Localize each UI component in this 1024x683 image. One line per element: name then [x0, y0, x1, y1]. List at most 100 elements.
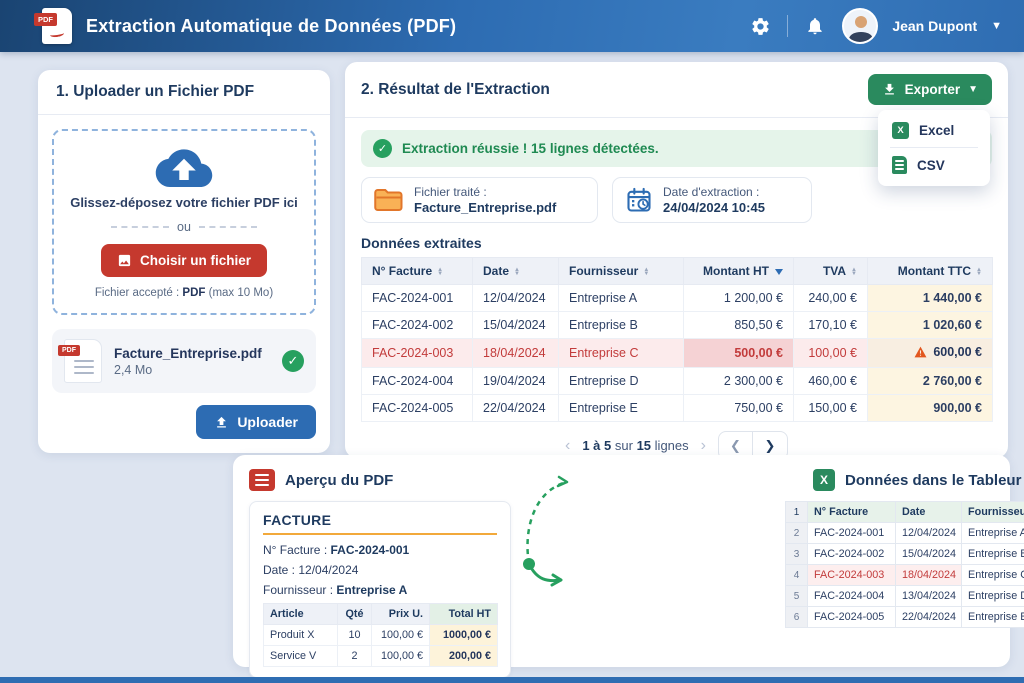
upload-icon — [214, 415, 229, 430]
pdf-preview-title: Aperçu du PDF — [285, 472, 393, 489]
success-message: Extraction réussie ! 15 lignes détectées… — [402, 141, 659, 156]
table-row: FAC-2024-00215/04/2024Entreprise B 850,5… — [362, 312, 993, 339]
upload-panel-title: 1. Uploader un Fichier PDF — [38, 70, 330, 115]
result-panel: 2. Résultat de l'Extraction Exporter ▼ X… — [345, 62, 1008, 458]
sheet-row: 3 FAC-2024-00215/04/2024Entreprise B 850… — [786, 544, 1024, 565]
file-size: 2,4 Mo — [114, 363, 270, 377]
pagination-prev-icon[interactable]: ‹ — [565, 437, 570, 455]
export-button-label: Exporter — [905, 82, 961, 97]
gear-icon[interactable] — [747, 13, 773, 39]
dropzone[interactable]: Glissez-déposez votre fichier PDF ici ou… — [52, 129, 316, 315]
table-row: FAC-2024-00419/04/2024Entreprise D 2 300… — [362, 368, 993, 395]
pdf-preview-icon — [249, 469, 275, 491]
file-image-icon — [117, 253, 132, 268]
export-menu: X Excel CSV — [878, 110, 990, 186]
extraction-date-label: Date d'extraction : — [663, 185, 765, 199]
sheet-title: Données dans le Tableur — [845, 472, 1021, 489]
mapping-panel: Aperçu du PDF FACTURE N° Facture : FAC-2… — [233, 455, 1010, 667]
warning-icon — [914, 346, 927, 361]
sheet-header-row: 1 N° Facture Date Fournisseur Montant HT… — [786, 502, 1024, 523]
upload-button[interactable]: Uploader — [196, 405, 316, 439]
col-header-montant-ht[interactable]: Montant HT — [684, 258, 794, 285]
cloud-upload-icon — [66, 147, 302, 187]
sort-icon: ▲▼ — [437, 268, 443, 276]
mini-col-article: Article — [264, 604, 338, 625]
chevron-down-icon[interactable]: ▼ — [991, 20, 1002, 32]
sort-desc-icon — [775, 269, 783, 275]
sheet-row-alert: 4 FAC-2024-00318/04/2024Entreprise C 500… — [786, 565, 1024, 586]
export-menu-item-excel[interactable]: X Excel — [878, 114, 990, 147]
success-check-icon: ✓ — [373, 139, 392, 158]
upload-button-label: Uploader — [237, 414, 298, 430]
chevron-down-icon: ▼ — [968, 84, 978, 95]
check-circle-icon: ✓ — [282, 350, 304, 372]
extracted-data-table: N° Facture▲▼ Date▲▼ Fournisseur▲▼ Montan… — [361, 257, 993, 422]
invoice-number-label: N° Facture : — [263, 543, 327, 557]
extraction-date-value: 24/04/2024 10:45 — [663, 200, 765, 215]
mini-col-qte: Qté — [338, 604, 372, 625]
invoice-items-table: Article Qté Prix U. Total HT Produit X 1… — [263, 603, 498, 667]
csv-icon — [892, 156, 907, 174]
file-name: Facture_Entreprise.pdf — [114, 346, 270, 361]
invoice-number-value: FAC-2024-001 — [331, 543, 410, 557]
excel-icon: X — [892, 122, 909, 139]
col-header-tva[interactable]: TVA▲▼ — [794, 258, 868, 285]
avatar[interactable] — [842, 8, 878, 44]
table-row: FAC-2024-00522/04/2024Entreprise E 750,0… — [362, 395, 993, 422]
invoice-date-value: 12/04/2024 — [298, 563, 358, 577]
topbar-divider — [787, 15, 788, 37]
table-row: FAC-2024-00112/04/2024Entreprise A 1 200… — [362, 285, 993, 312]
extracted-data-title: Données extraites — [361, 235, 992, 251]
dropzone-text: Glissez-déposez votre fichier PDF ici — [66, 195, 302, 210]
choose-file-button[interactable]: Choisir un fichier — [101, 244, 267, 277]
export-excel-label: Excel — [919, 123, 954, 138]
invoice-title: FACTURE — [263, 512, 497, 535]
bottom-accent-bar — [0, 677, 1024, 683]
invoice-preview: FACTURE N° Facture : FAC-2024-001 Date :… — [249, 501, 511, 678]
pagination-text: 1 à 5 sur 15 lignes — [582, 438, 688, 453]
sort-icon: ▲▼ — [643, 268, 649, 276]
user-name[interactable]: Jean Dupont — [892, 18, 977, 34]
invoice-supplier-label: Fournisseur : — [263, 583, 333, 597]
col-header-facture[interactable]: N° Facture▲▼ — [362, 258, 473, 285]
mini-col-prix: Prix U. — [372, 604, 430, 625]
export-button[interactable]: Exporter ▼ — [868, 74, 992, 105]
calendar-clock-icon — [625, 186, 653, 214]
processed-file-card: Fichier traité : Facture_Entreprise.pdf — [361, 177, 598, 223]
app-logo-pdf-icon: PDF — [42, 8, 72, 44]
mapping-arrow — [495, 468, 585, 598]
choose-file-label: Choisir un fichier — [140, 253, 251, 268]
invoice-supplier-value: Entreprise A — [336, 583, 407, 597]
accept-limit: (max 10 Mo) — [209, 287, 274, 299]
processed-file-value: Facture_Entreprise.pdf — [414, 200, 556, 215]
divider-dash — [199, 226, 257, 228]
top-bar: PDF Extraction Automatique de Données (P… — [0, 0, 1024, 52]
spreadsheet-table: 1 N° Facture Date Fournisseur Montant HT… — [785, 501, 1024, 628]
pdf-badge: PDF — [34, 13, 57, 26]
col-header-date[interactable]: Date▲▼ — [473, 258, 559, 285]
col-header-montant-ttc[interactable]: Montant TTC▲▼ — [868, 258, 993, 285]
pdf-file-icon: PDF — [64, 339, 102, 383]
pagination-next-icon[interactable]: › — [701, 437, 706, 455]
invoice-date-label: Date : — [263, 563, 295, 577]
or-label: ou — [177, 220, 191, 234]
upload-panel: 1. Uploader un Fichier PDF Glissez-dépos… — [38, 70, 330, 453]
table-row-alert: FAC-2024-00318/04/2024Entreprise C 500,0… — [362, 339, 993, 368]
sheet-row: 5 FAC-2024-00413/04/2024Entreprise D 2 3… — [786, 586, 1024, 607]
bell-icon[interactable] — [802, 13, 828, 39]
pdf-badge: PDF — [58, 345, 80, 356]
export-csv-label: CSV — [917, 158, 945, 173]
download-icon — [882, 82, 897, 97]
sort-icon: ▲▼ — [976, 268, 982, 276]
sheet-row: 6 FAC-2024-00522/04/2024Entreprise E 750… — [786, 607, 1024, 628]
excel-icon: X — [813, 469, 835, 491]
export-menu-item-csv[interactable]: CSV — [878, 148, 990, 182]
sort-icon: ▲▼ — [514, 268, 520, 276]
invoice-item-row: Service V 2 100,00 € 200,00 € — [264, 646, 498, 667]
uploaded-file-card: PDF Facture_Entreprise.pdf 2,4 Mo ✓ — [52, 329, 316, 393]
mini-col-total: Total HT — [430, 604, 498, 625]
col-header-fournisseur[interactable]: Fournisseur▲▼ — [559, 258, 684, 285]
sheet-row: 2 FAC-2024-00112/04/2024Entreprise A 1 2… — [786, 523, 1024, 544]
accept-label: Fichier accepté : — [95, 287, 179, 299]
app-title: Extraction Automatique de Données (PDF) — [86, 16, 456, 37]
